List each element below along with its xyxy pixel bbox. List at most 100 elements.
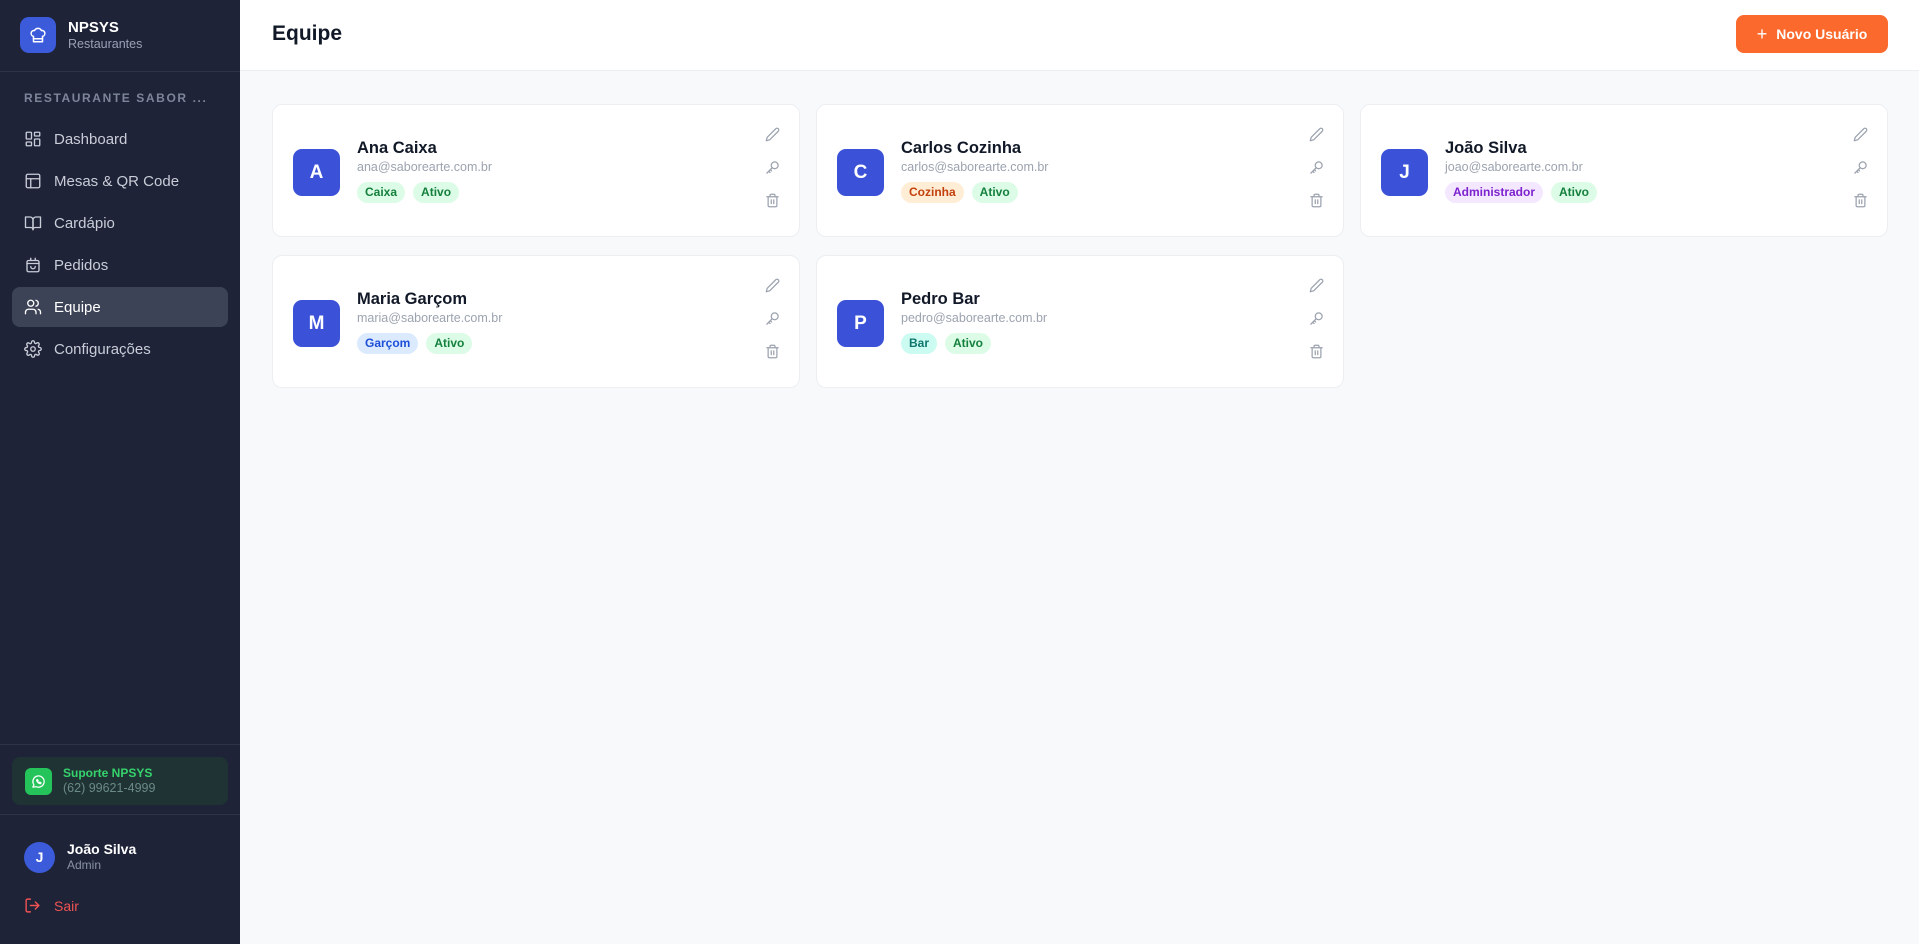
delete-button[interactable] bbox=[1304, 188, 1328, 212]
pencil-icon bbox=[1309, 127, 1323, 141]
pencil-icon bbox=[1853, 127, 1867, 141]
gear-icon bbox=[24, 340, 42, 358]
member-avatar: P bbox=[837, 300, 884, 347]
trash-icon bbox=[765, 344, 779, 358]
brand[interactable]: NPSYS Restaurantes bbox=[20, 17, 142, 53]
delete-button[interactable] bbox=[760, 188, 784, 212]
reset-password-button[interactable] bbox=[1848, 155, 1872, 179]
logout-button[interactable]: Sair bbox=[24, 897, 79, 914]
delete-button[interactable] bbox=[1848, 188, 1872, 212]
status-badge: Ativo bbox=[971, 182, 1018, 203]
sidebar-item-label: Cardápio bbox=[54, 214, 115, 232]
top-header: Equipe + Novo Usuário bbox=[240, 0, 1919, 71]
member-avatar: C bbox=[837, 149, 884, 196]
sidebar-item-label: Pedidos bbox=[54, 256, 109, 274]
member-email: ana@saborearte.com.br bbox=[357, 160, 492, 174]
edit-button[interactable] bbox=[760, 273, 784, 297]
chef-hat-icon bbox=[20, 17, 56, 53]
sidebar-item-equipe[interactable]: Equipe bbox=[12, 287, 228, 327]
book-open-icon bbox=[24, 216, 42, 231]
new-user-label: Novo Usuário bbox=[1776, 26, 1868, 42]
team-member-card: J João Silva joao@saborearte.com.br Admi… bbox=[1360, 104, 1888, 237]
pencil-icon bbox=[765, 127, 779, 141]
current-user: J João Silva Admin bbox=[24, 841, 136, 873]
user-name: João Silva bbox=[67, 841, 137, 857]
edit-button[interactable] bbox=[1848, 122, 1872, 146]
team-member-card: C Carlos Cozinha carlos@saborearte.com.b… bbox=[816, 104, 1344, 237]
sidebar-item-mesas[interactable]: Mesas & QR Code bbox=[12, 161, 228, 201]
member-email: joao@saborearte.com.br bbox=[1445, 160, 1583, 174]
dashboard-icon bbox=[25, 131, 41, 147]
sidebar-divider bbox=[0, 814, 240, 815]
support-phone: (62) 99621-4999 bbox=[63, 781, 156, 795]
sidebar: NPSYS Restaurantes RESTAURANTE SABOR ...… bbox=[0, 0, 240, 944]
sidebar-item-label: Equipe bbox=[54, 298, 101, 316]
trash-icon bbox=[1853, 193, 1867, 207]
sidebar-item-label: Dashboard bbox=[54, 130, 128, 148]
role-badge: Bar bbox=[901, 333, 938, 354]
logout-icon bbox=[25, 898, 40, 913]
edit-button[interactable] bbox=[1304, 122, 1328, 146]
avatar: J bbox=[24, 841, 55, 873]
shopping-bag-icon bbox=[26, 257, 40, 273]
role-badge: Caixa bbox=[357, 182, 406, 203]
reset-password-button[interactable] bbox=[760, 155, 784, 179]
new-user-button[interactable]: + Novo Usuário bbox=[1736, 15, 1888, 53]
edit-button[interactable] bbox=[1304, 273, 1328, 297]
key-icon bbox=[1853, 160, 1867, 174]
status-badge: Ativo bbox=[1551, 182, 1598, 203]
sidebar-item-configuracoes[interactable]: Configurações bbox=[12, 329, 228, 369]
sidebar-divider bbox=[0, 71, 240, 72]
delete-button[interactable] bbox=[760, 339, 784, 363]
edit-button[interactable] bbox=[760, 122, 784, 146]
role-badge: Garçom bbox=[357, 333, 419, 354]
member-avatar: J bbox=[1381, 149, 1428, 196]
member-email: pedro@saborearte.com.br bbox=[901, 311, 1048, 325]
team-member-card: A Ana Caixa ana@saborearte.com.br Caixa … bbox=[272, 104, 800, 237]
brand-subtitle: Restaurantes bbox=[68, 37, 143, 51]
sidebar-item-dashboard[interactable]: Dashboard bbox=[12, 119, 228, 159]
key-icon bbox=[765, 160, 779, 174]
role-badge: Administrador bbox=[1445, 182, 1544, 203]
member-email: carlos@saborearte.com.br bbox=[901, 160, 1049, 174]
team-member-card: P Pedro Bar pedro@saborearte.com.br Bar … bbox=[816, 255, 1344, 388]
member-avatar: A bbox=[293, 149, 340, 196]
reset-password-button[interactable] bbox=[1304, 306, 1328, 330]
plus-icon: + bbox=[1756, 24, 1768, 44]
sidebar-item-pedidos[interactable]: Pedidos bbox=[12, 245, 228, 285]
member-name: Ana Caixa bbox=[357, 139, 437, 157]
member-name: João Silva bbox=[1445, 139, 1527, 157]
reset-password-button[interactable] bbox=[1304, 155, 1328, 179]
status-badge: Ativo bbox=[426, 333, 473, 354]
user-role: Admin bbox=[67, 858, 102, 872]
team-member-card: M Maria Garçom maria@saborearte.com.br G… bbox=[272, 255, 800, 388]
pencil-icon bbox=[1309, 278, 1323, 292]
member-name: Maria Garçom bbox=[357, 290, 468, 308]
support-title: Suporte NPSYS bbox=[63, 766, 153, 780]
reset-password-button[interactable] bbox=[760, 306, 784, 330]
member-email: maria@saborearte.com.br bbox=[357, 311, 503, 325]
status-badge: Ativo bbox=[945, 333, 992, 354]
sidebar-item-cardapio[interactable]: Cardápio bbox=[12, 203, 228, 243]
brand-name: NPSYS bbox=[68, 19, 119, 36]
member-name: Carlos Cozinha bbox=[901, 139, 1022, 157]
trash-icon bbox=[765, 193, 779, 207]
member-name: Pedro Bar bbox=[901, 290, 980, 308]
member-avatar: M bbox=[293, 300, 340, 347]
pencil-icon bbox=[765, 278, 779, 292]
key-icon bbox=[1309, 311, 1323, 325]
support-card[interactable]: Suporte NPSYS (62) 99621-4999 bbox=[12, 757, 228, 805]
page-title: Equipe bbox=[272, 22, 343, 45]
logout-label: Sair bbox=[54, 897, 79, 914]
sidebar-nav: Dashboard Mesas & QR Code Cardápio Pedid… bbox=[12, 119, 228, 371]
trash-icon bbox=[1309, 344, 1323, 358]
sidebar-item-label: Mesas & QR Code bbox=[54, 172, 180, 190]
delete-button[interactable] bbox=[1304, 339, 1328, 363]
key-icon bbox=[765, 311, 779, 325]
sidebar-item-label: Configurações bbox=[54, 340, 151, 358]
sidebar-divider bbox=[0, 744, 240, 745]
status-badge: Ativo bbox=[413, 182, 460, 203]
whatsapp-icon bbox=[25, 767, 52, 795]
key-icon bbox=[1309, 160, 1323, 174]
users-icon bbox=[24, 299, 42, 315]
